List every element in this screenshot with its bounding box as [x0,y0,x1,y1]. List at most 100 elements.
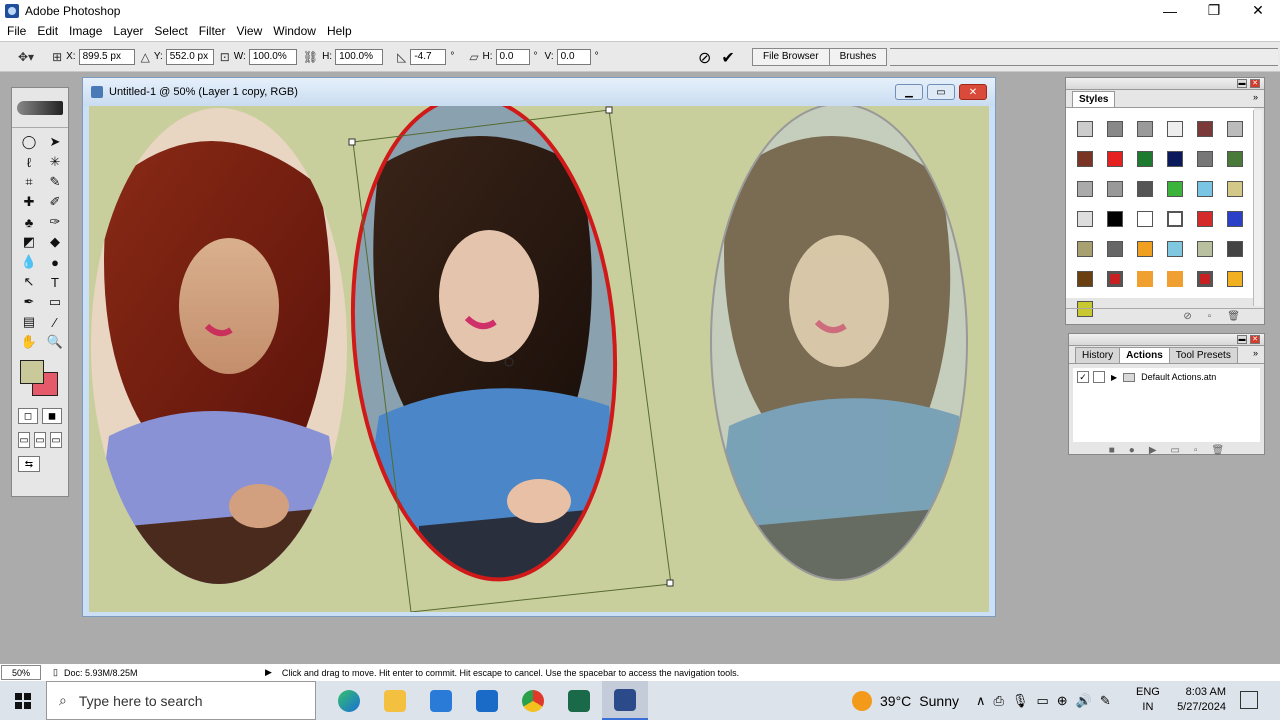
network-icon[interactable]: ⊕ [1057,693,1068,709]
slice-tool-icon[interactable]: ✎ [43,172,67,192]
document-size[interactable]: Doc: 5.93M/8.25M [64,668,138,678]
action-enable-checkbox[interactable]: ✓ [1077,371,1089,383]
menu-window[interactable]: Window [269,24,320,38]
y-position-field[interactable]: 552.0 px [165,48,214,65]
brush-tool-icon[interactable]: ✐ [43,192,67,212]
styles-scrollbar[interactable] [1253,110,1262,306]
history-brush-tool-icon[interactable]: ✑ [43,212,67,232]
zoom-tool-icon[interactable]: 🔍 [43,332,67,352]
style-swatch[interactable] [1100,204,1130,234]
minimize-button[interactable]: — [1148,0,1192,21]
tool-presets-tab[interactable]: Tool Presets [1168,347,1238,363]
menu-image[interactable]: Image [65,24,106,38]
lasso-tool-icon[interactable]: ℓ [17,152,41,172]
menu-edit[interactable]: Edit [33,24,62,38]
notifications-icon[interactable] [1240,691,1258,709]
path-selection-tool-icon[interactable]: ↖ [17,272,41,292]
new-set-icon[interactable]: ▭ [1171,445,1180,456]
styles-palette-minimize-button[interactable]: ▬ [1237,79,1247,88]
taskbar-app-green[interactable] [556,681,602,720]
magic-wand-tool-icon[interactable]: ✳ [43,152,67,172]
style-swatch[interactable] [1190,234,1220,264]
style-swatch[interactable] [1070,144,1100,174]
style-swatch[interactable] [1070,114,1100,144]
dialog-toggle-icon[interactable] [1093,371,1105,383]
quick-mask-mode-button[interactable]: ◼ [42,408,62,424]
history-tab[interactable]: History [1075,347,1121,363]
style-swatch[interactable] [1160,114,1190,144]
shape-tool-icon[interactable]: ▭ [43,292,67,312]
microphone-icon[interactable]: 🎙 [1012,693,1029,709]
file-browser-tab[interactable]: File Browser [752,48,830,66]
taskbar-edge[interactable] [326,681,372,720]
style-swatch[interactable] [1070,234,1100,264]
style-swatch[interactable] [1130,144,1160,174]
style-swatch[interactable] [1190,114,1220,144]
dodge-tool-icon[interactable]: ● [43,252,67,272]
style-swatch[interactable] [1100,234,1130,264]
style-swatch[interactable] [1220,234,1250,264]
menu-help[interactable]: Help [323,24,356,38]
style-swatch[interactable] [1100,174,1130,204]
relative-position-icon[interactable]: △ [141,50,150,64]
style-swatch[interactable] [1160,144,1190,174]
brushes-tab[interactable]: Brushes [828,48,888,66]
taskbar-store[interactable] [418,681,464,720]
move-tool-preset-icon[interactable]: ✥▾ [18,50,34,64]
styles-new-style-icon[interactable]: ▫ [1208,311,1212,322]
style-swatch[interactable] [1190,144,1220,174]
style-swatch[interactable] [1220,114,1250,144]
delete-action-icon[interactable]: 🗑 [1212,445,1225,456]
style-swatch[interactable] [1190,264,1220,294]
paint-bucket-tool-icon[interactable]: ◆ [43,232,67,252]
styles-delete-icon[interactable]: 🗑 [1227,311,1240,322]
pen-tool-icon[interactable]: ✒ [17,292,41,312]
status-menu-icon[interactable]: ▶ [265,667,272,678]
type-tool-icon[interactable]: T [43,272,67,292]
reference-point-icon[interactable]: ⊞ [52,50,62,64]
style-swatch[interactable] [1130,174,1160,204]
style-swatch[interactable] [1130,264,1160,294]
commit-transform-icon[interactable]: ✔ [721,48,734,68]
volume-icon[interactable]: 🔊 [1076,693,1092,709]
battery-icon[interactable]: ▭ [1036,693,1048,709]
skew-h-field[interactable]: 0.0 [495,48,530,65]
pen-icon[interactable]: ✎ [1100,693,1111,709]
jump-to-imageready-button[interactable]: ⇆ [18,456,40,472]
cancel-transform-icon[interactable]: ⊘ [698,48,711,68]
language-indicator[interactable]: ENG IN [1136,685,1160,715]
standard-mode-button[interactable]: ◻ [18,408,38,424]
style-swatch[interactable] [1220,204,1250,234]
styles-palette-close-button[interactable]: ✕ [1250,79,1260,88]
move-tool-icon[interactable]: ➤ [43,132,67,152]
skew-v-field[interactable]: 0.0 [556,48,591,65]
actions-palette-close-button[interactable]: ✕ [1250,335,1260,344]
styles-palette-menu-icon[interactable]: » [1253,92,1258,102]
show-hidden-icons-icon[interactable]: ∧ [976,693,986,709]
styles-tab[interactable]: Styles [1072,91,1116,107]
screen-mode-menubar-button[interactable]: ▭ [34,432,46,448]
menu-layer[interactable]: Layer [109,24,147,38]
document-close-button[interactable]: ✕ [959,84,987,100]
style-swatch[interactable] [1100,264,1130,294]
styles-no-style-icon[interactable]: ⊘ [1183,311,1191,322]
style-swatch[interactable] [1160,204,1190,234]
foreground-color-swatch[interactable] [20,360,44,384]
maximize-button[interactable]: ❐ [1192,0,1236,21]
stop-icon[interactable]: ■ [1109,445,1115,456]
menu-view[interactable]: View [232,24,266,38]
blur-tool-icon[interactable]: 💧 [17,252,41,272]
link-icon[interactable]: ⛓ [303,50,318,64]
style-swatch[interactable] [1130,114,1160,144]
actions-palette-menu-icon[interactable]: » [1253,348,1258,358]
marquee-tool-icon[interactable]: ◯ [17,132,41,152]
document-title-bar[interactable]: Untitled-1 @ 50% (Layer 1 copy, RGB) [83,78,995,106]
play-icon[interactable]: ▶ [1149,445,1157,456]
taskbar-photoshop[interactable] [602,681,648,720]
new-action-icon[interactable]: ▫ [1194,445,1198,456]
zoom-level-field[interactable]: 50% [1,665,41,680]
eraser-tool-icon[interactable]: ◩ [17,232,41,252]
actions-palette-titlebar[interactable]: ▬ ✕ [1069,334,1264,346]
style-swatch[interactable] [1220,264,1250,294]
x-position-field[interactable]: 899.5 px [78,48,135,65]
